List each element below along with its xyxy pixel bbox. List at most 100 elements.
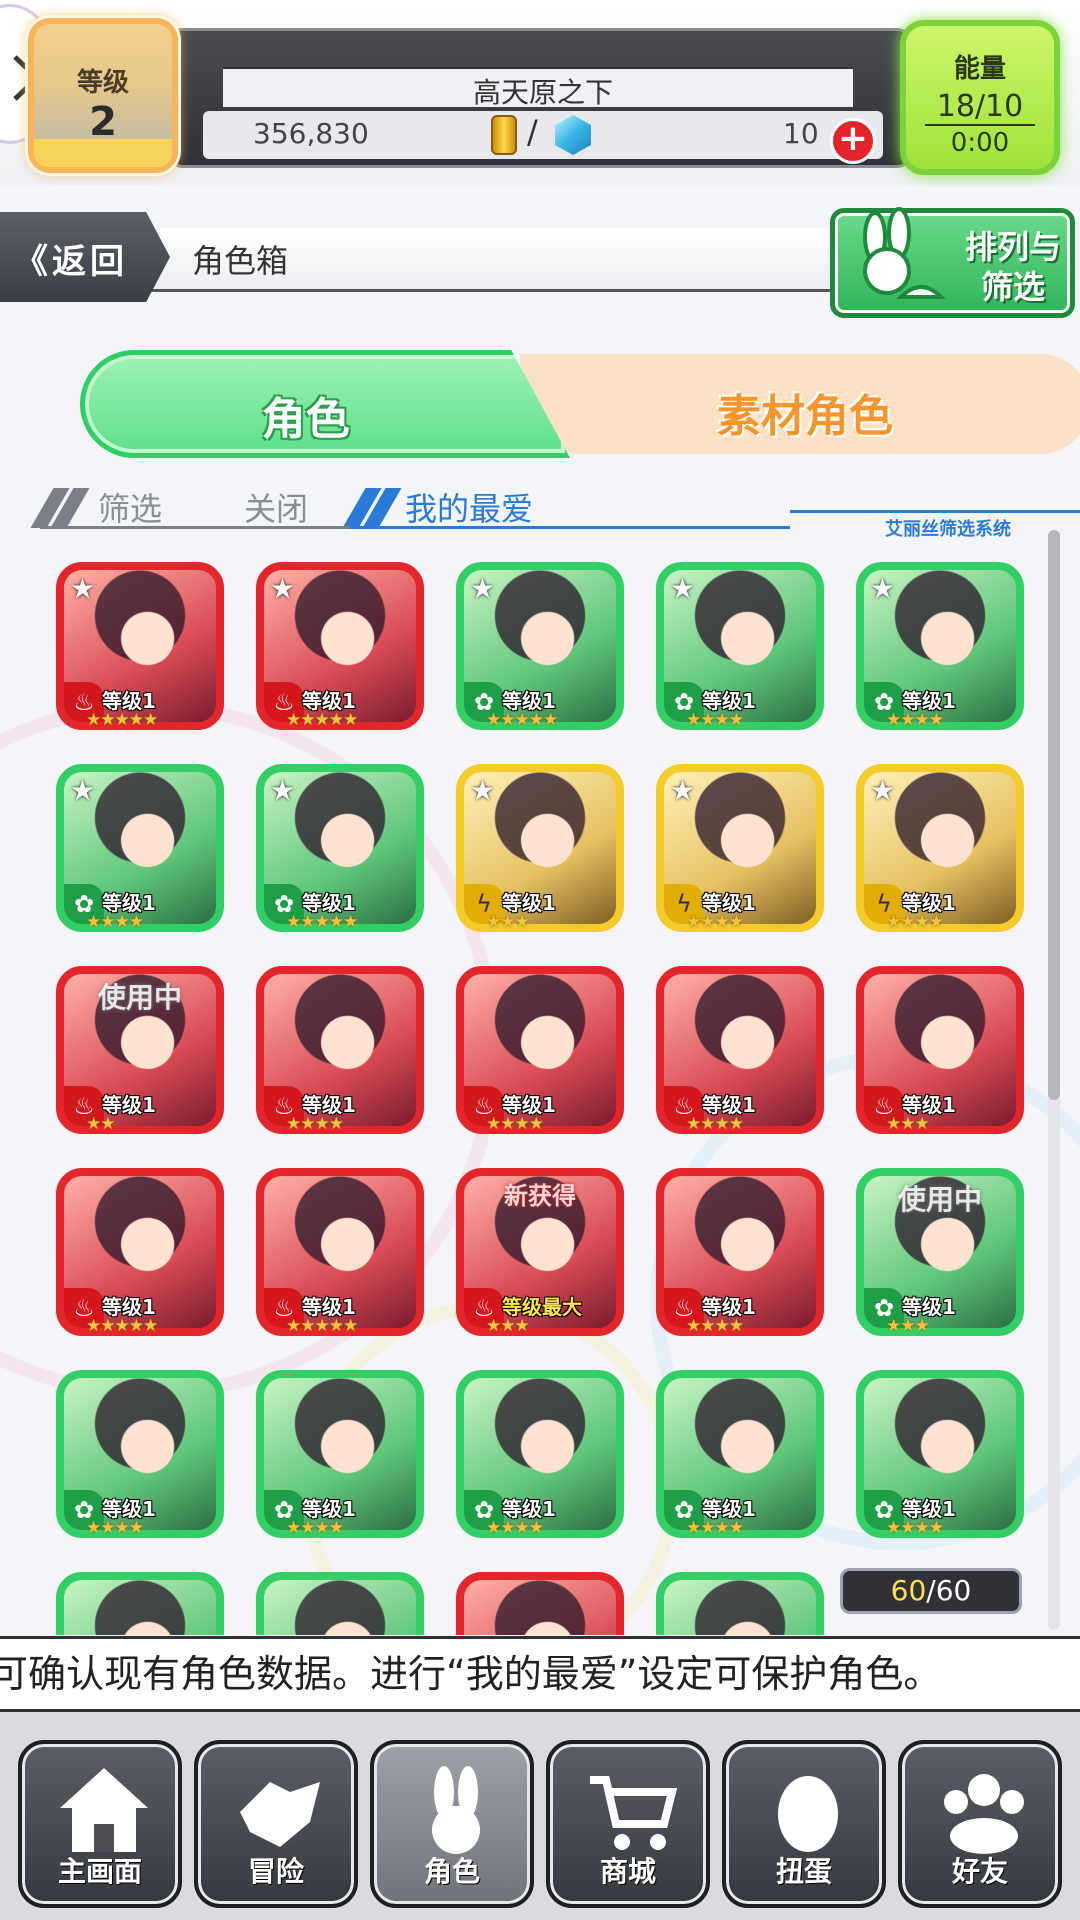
character-tabs: 素材角色 角色 xyxy=(80,350,1080,460)
sort-filter-button[interactable]: 排列与筛选 xyxy=(830,207,1075,318)
rarity-stars: ★★★★ xyxy=(886,1518,944,1538)
favorite-star-icon: ★ xyxy=(470,774,496,807)
in-use-tag: 使用中 xyxy=(897,1183,982,1216)
add-gems-button[interactable]: + xyxy=(830,118,876,164)
character-card[interactable]: ✿ 等级1 xyxy=(456,1370,624,1538)
character-card[interactable]: ♨ 等级1 xyxy=(656,1168,824,1336)
character-portrait xyxy=(464,1580,616,1635)
nav-label: 冒险 xyxy=(247,1855,304,1888)
character-card[interactable]: ♨ 等级1 xyxy=(456,966,624,1134)
filter-row: 筛选 关闭 我的最爱 艾丽丝筛选系统 xyxy=(0,470,1080,540)
coin-icon xyxy=(491,115,517,155)
gold-amount: 356,830 xyxy=(253,117,369,150)
character-portrait xyxy=(64,1580,216,1635)
rarity-stars: ★★★★ xyxy=(86,912,144,932)
currency-separator: / xyxy=(527,113,538,151)
character-card[interactable]: ★ ϟ 等级1 xyxy=(856,764,1024,932)
info-message: 可确认现有角色数据。进行“我的最爱”设定可保护角色。 xyxy=(0,1636,1080,1712)
favorites-filter[interactable]: 我的最爱 xyxy=(405,484,533,530)
character-card[interactable]: ♨ 等级1 xyxy=(256,966,424,1134)
rarity-stars: ★★★★ xyxy=(286,1518,344,1538)
rarity-stars: ★★★★ xyxy=(886,912,944,932)
character-card[interactable]: ★ ✿ 等级1 xyxy=(456,562,624,730)
page-header: 《返回 角色箱 排列与筛选 xyxy=(0,207,1080,318)
character-card[interactable]: ★ ✿ 等级1 xyxy=(856,562,1024,730)
character-card[interactable]: 使用中 ♨ 等级1 xyxy=(56,966,224,1134)
character-card[interactable]: 新获得 ♨ 等级最大 xyxy=(456,1168,624,1336)
character-card[interactable]: ♨ 等级1 xyxy=(656,966,824,1134)
character-card[interactable] xyxy=(656,1572,824,1635)
nav-button-home[interactable]: 主画面 xyxy=(18,1740,182,1908)
nav-button-cart[interactable]: 商城 xyxy=(546,1740,710,1908)
nav-button-egg[interactable]: 扭蛋 xyxy=(722,1740,886,1908)
cart-icon xyxy=(582,1762,682,1858)
nav-label: 主画面 xyxy=(57,1855,142,1888)
character-card[interactable]: 使用中 ✿ 等级1 xyxy=(856,1168,1024,1336)
tab-material-characters[interactable]: 素材角色 xyxy=(520,354,1080,454)
rarity-stars: ★★★★ xyxy=(686,710,744,730)
new-tag: 新获得 xyxy=(504,1182,576,1210)
favorite-star-icon: ★ xyxy=(870,572,896,605)
character-card[interactable]: ★ ✿ 等级1 xyxy=(656,562,824,730)
character-count: 60/60 xyxy=(840,1568,1022,1614)
level-value: 2 xyxy=(89,99,117,145)
character-count-current: 60 xyxy=(890,1574,927,1607)
character-card[interactable]: ✿ 等级1 xyxy=(256,1370,424,1538)
rarity-stars: ★★★★ xyxy=(486,1518,544,1538)
character-card[interactable]: ★ ♨ 等级1 xyxy=(56,562,224,730)
character-count-max: 60 xyxy=(935,1574,972,1607)
rarity-stars: ★★★★ xyxy=(686,1114,744,1134)
handshake-icon xyxy=(230,1762,330,1858)
home-icon xyxy=(54,1762,154,1858)
rarity-stars: ★★★★ xyxy=(886,710,944,730)
rarity-stars: ★★★★★ xyxy=(286,1316,358,1336)
character-card[interactable]: ★ ϟ 等级1 xyxy=(456,764,624,932)
filter-label[interactable]: 筛选 xyxy=(98,484,162,530)
tab-characters[interactable]: 角色 xyxy=(80,350,570,458)
nav-button-bunny[interactable]: 角色 xyxy=(370,1740,534,1908)
egg-icon xyxy=(758,1762,858,1858)
character-count-separator: / xyxy=(926,1574,936,1607)
scrollbar[interactable] xyxy=(1048,530,1060,1630)
character-card[interactable]: ✿ 等级1 xyxy=(856,1370,1024,1538)
character-card[interactable]: ★ ✿ 等级1 xyxy=(56,764,224,932)
scrollbar-thumb[interactable] xyxy=(1048,530,1060,1100)
bunny-icon xyxy=(406,1762,506,1858)
rarity-stars: ★★★★ xyxy=(686,1316,744,1336)
bottom-navigation: 主画面 冒险 角色 商城 扭蛋 好友 xyxy=(0,1712,1080,1920)
double-chevron-left-icon: 《 xyxy=(14,242,52,282)
tab-characters-label: 角色 xyxy=(261,394,350,445)
character-card[interactable]: ♨ 等级1 xyxy=(56,1168,224,1336)
character-grid: ★ ♨ 等级1 ★★★★★ ★ ♨ 等级1 ★★★★★ ★ ✿ 等级1 ★★★★★ ★ ✿ 等级1 ★★★★ ★… xyxy=(0,540,1040,1635)
friends-icon xyxy=(934,1762,1034,1858)
favorite-star-icon: ★ xyxy=(470,572,496,605)
character-card[interactable]: ★ ✿ 等级1 xyxy=(256,764,424,932)
rarity-stars: ★★★★★ xyxy=(486,710,558,730)
nav-button-friends[interactable]: 好友 xyxy=(898,1740,1062,1908)
energy-label: 能量 xyxy=(953,54,1006,84)
character-card[interactable]: ✿ 等级1 xyxy=(56,1370,224,1538)
rarity-stars: ★★ xyxy=(86,1114,115,1134)
character-card[interactable]: ★ ♨ 等级1 xyxy=(256,562,424,730)
rarity-stars: ★★★★★ xyxy=(86,710,158,730)
rarity-stars: ★★★★ xyxy=(686,1518,744,1538)
character-card[interactable]: ★ ϟ 等级1 xyxy=(656,764,824,932)
favorite-star-icon: ★ xyxy=(670,774,696,807)
top-status-bar: 高天原之下 356,830 / 10 + 等级 2 能量 18/10 0:00 xyxy=(0,0,1080,185)
filter-close-toggle[interactable]: 关闭 xyxy=(244,484,308,530)
player-info-panel: 高天原之下 356,830 / 10 xyxy=(170,28,910,168)
rarity-stars: ★★★★ xyxy=(286,1114,344,1134)
rarity-stars: ★★★ xyxy=(886,1114,930,1134)
character-portrait xyxy=(664,1580,816,1635)
character-card[interactable]: ♨ 等级1 xyxy=(256,1168,424,1336)
energy-badge[interactable]: 能量 18/10 0:00 xyxy=(900,20,1060,175)
player-level-badge[interactable]: 等级 2 xyxy=(28,18,178,173)
nav-button-handshake[interactable]: 冒险 xyxy=(194,1740,358,1908)
character-card[interactable] xyxy=(256,1572,424,1635)
character-card[interactable]: ✿ 等级1 xyxy=(656,1370,824,1538)
rarity-stars: ★★★★ xyxy=(86,1518,144,1538)
back-button[interactable]: 《返回 xyxy=(0,212,170,302)
character-card[interactable]: ♨ 等级1 xyxy=(856,966,1024,1134)
character-card[interactable] xyxy=(456,1572,624,1635)
character-card[interactable] xyxy=(56,1572,224,1635)
